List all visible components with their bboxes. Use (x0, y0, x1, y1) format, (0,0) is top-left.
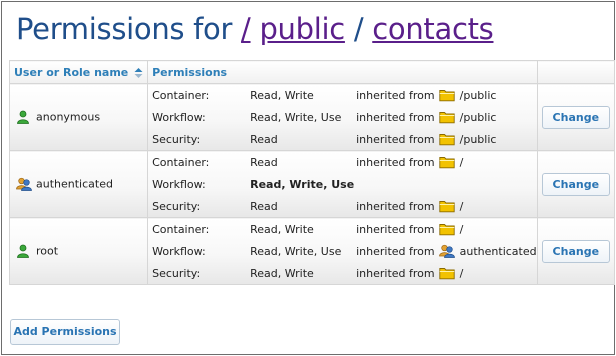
column-user-or-role[interactable]: User or Role name (8, 60, 149, 84)
column-actions (536, 60, 616, 84)
inherited-from: inherited from / (356, 266, 463, 280)
permission-value: Read, Write, Use (250, 177, 355, 191)
inherited-label: inherited from (356, 244, 435, 258)
change-button[interactable]: Change (541, 239, 611, 263)
inherited-label: inherited from (356, 155, 435, 169)
inherited-source: /public (459, 110, 497, 124)
folder-icon (438, 266, 455, 280)
inherited-from: inherited from / (356, 155, 463, 169)
permission-line: Container: Read, Write inherited from/publ… (148, 84, 536, 106)
inherited-source: / (459, 266, 464, 280)
permissions-cell: Container: Read, Write inherited from / Work… (147, 217, 538, 285)
inherited-source: / (459, 155, 464, 169)
breadcrumb-root-link[interactable]: / (241, 12, 251, 46)
inherited-from: inherited from / (356, 199, 463, 213)
folder-icon (438, 88, 455, 102)
user-icon (16, 244, 30, 258)
user-cell: root (8, 217, 149, 285)
permission-value: Read (250, 199, 278, 213)
group-icon (16, 177, 32, 191)
permissions-table: User or Role name Permissions anonymous C… (8, 60, 616, 285)
table-row: authenticated Container: Read inherited fro… (8, 150, 616, 218)
permission-line: Workflow: Read, Write, Use inherited from a… (148, 240, 537, 262)
action-cell: Change (536, 150, 616, 218)
inherited-label: inherited from (356, 132, 435, 146)
column-permissions-label: Permissions (152, 65, 228, 79)
inherited-label: inherited from (356, 199, 435, 213)
user-name: root (36, 244, 59, 258)
column-permissions: Permissions (147, 60, 538, 84)
inherited-from: inherited from/public (356, 88, 496, 102)
permission-value: Read (250, 132, 278, 146)
folder-icon (438, 199, 455, 213)
inherited-from: inherited from authenticated (356, 244, 537, 258)
inherited-from: inherited from / (356, 222, 463, 236)
permissions-cell: Container: Read inherited from / Workflow: Re… (147, 150, 538, 218)
permission-value: Read, Write, Use (250, 110, 342, 124)
inherited-source: /public (459, 132, 497, 146)
permission-kind: Container: (152, 155, 210, 169)
group-icon (438, 244, 455, 258)
folder-icon (438, 222, 455, 236)
permission-line: Workflow: Read, Write, Use inherited from /… (148, 106, 536, 128)
permission-line: Container: Read inherited from / (148, 151, 536, 173)
permission-kind: Workflow: (152, 244, 206, 258)
permission-kind: Security: (152, 199, 201, 213)
inherited-source: /public (459, 88, 497, 102)
inherited-label: inherited from (356, 266, 435, 280)
inherited-from: inherited from/public (356, 110, 496, 124)
permission-value: Read, Write (250, 88, 314, 102)
user-name: authenticated (36, 177, 113, 191)
breadcrumb-separator: / (353, 12, 364, 46)
permission-value: Read, Write (250, 222, 314, 236)
permission-value: Read (250, 155, 278, 169)
user-icon (16, 110, 30, 124)
permission-kind: Container: (152, 222, 210, 236)
action-cell: Change (536, 217, 616, 285)
inherited-source: authenticated (459, 244, 537, 258)
permission-kind: Security: (152, 266, 201, 280)
inherited-label: inherited from (356, 88, 435, 102)
breadcrumb-public-link[interactable]: public (259, 12, 345, 46)
page-title: Permissions for / public / contacts (16, 12, 494, 52)
inherited-label: inherited from (356, 222, 435, 236)
permission-line: Security: Read inherited from/public (148, 128, 536, 150)
change-button[interactable]: Change (541, 172, 611, 196)
permission-value: Read, Write (250, 266, 314, 280)
inherited-source: / (459, 199, 464, 213)
table-row: root Container: Read, Write inherited from /… (8, 217, 616, 285)
permission-line: Container: Read, Write inherited from / (148, 218, 536, 240)
permission-kind: Workflow: (152, 177, 206, 191)
title-prefix: Permissions for (16, 12, 233, 46)
folder-icon (438, 155, 455, 169)
change-button[interactable]: Change (541, 105, 611, 129)
user-cell: authenticated (8, 150, 149, 218)
permission-kind: Security: (152, 132, 201, 146)
inherited-from: inherited from/public (356, 132, 496, 146)
permission-line: Workflow: Read, Write, Use (148, 173, 536, 195)
user-name: anonymous (36, 110, 101, 124)
action-cell: Change (536, 83, 616, 151)
breadcrumb-contacts-link[interactable]: contacts (372, 12, 494, 46)
inherited-source: / (459, 222, 464, 236)
inherited-label: inherited from (356, 110, 435, 124)
permissions-cell: Container: Read, Write inherited from/publ… (147, 83, 538, 151)
table-header-row: User or Role name Permissions (8, 60, 616, 84)
permission-kind: Workflow: (152, 110, 206, 124)
folder-icon (438, 110, 455, 124)
table-row: anonymous Container: Read, Write inherited … (8, 83, 616, 151)
add-permissions-button[interactable]: Add Permissions (10, 319, 120, 345)
user-cell: anonymous (8, 83, 149, 151)
column-user-label: User or Role name (14, 65, 129, 79)
permission-value: Read, Write, Use (250, 244, 342, 258)
folder-icon (438, 132, 455, 146)
permission-line: Security: Read inherited from / (148, 195, 536, 217)
permission-line: Security: Read, Write inherited from / (148, 262, 536, 284)
sort-arrows-icon[interactable] (134, 67, 143, 78)
permission-kind: Container: (152, 88, 210, 102)
